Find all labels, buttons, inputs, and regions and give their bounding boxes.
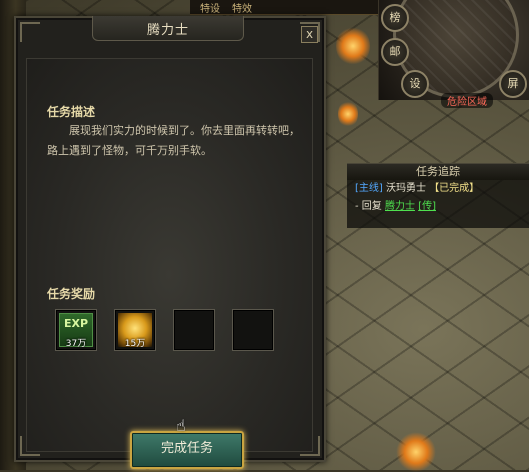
screen-label: 屏	[507, 77, 519, 90]
ranking-button[interactable]: 榜	[381, 4, 409, 32]
dialog-content: 任务描述 展现我们实力的时候到了。你去里面再转转吧， 路上遇到了怪物，可千万别手…	[26, 58, 313, 469]
exp-label: EXP	[63, 317, 89, 330]
tracker-title: 任务追踪	[347, 164, 529, 180]
frame-corner	[20, 22, 40, 42]
main-quest-name: 沃玛勇士	[386, 183, 426, 194]
ranking-label: 榜	[389, 11, 401, 24]
description-line: 路上遇到了怪物，可千万别手软。	[47, 144, 212, 157]
torch-fire	[336, 26, 370, 66]
reward-slot-empty	[173, 309, 215, 351]
settings-label: 设	[409, 77, 421, 90]
main-quest-tag: [主线]	[355, 183, 383, 194]
close-button[interactable]: x	[301, 26, 318, 43]
reward-count: 15万	[124, 339, 146, 349]
quest-description: 展现我们实力的时候到了。你去里面再转转吧， 路上遇到了怪物，可千万别手软。	[47, 121, 305, 161]
quest-status: 【已完成】	[429, 183, 480, 194]
settings-button[interactable]: 设	[401, 70, 429, 98]
reward-count: 37万	[65, 339, 87, 349]
reward-slot-empty	[232, 309, 274, 351]
quest-tracker: 任务追踪 [主线] 沃玛勇士 【已完成】 - 回复 腾力士 [传]	[347, 163, 529, 228]
npc-name-title: 腾力士	[146, 22, 189, 38]
complete-quest-button[interactable]: 完成任务	[130, 431, 244, 469]
mail-button[interactable]: 邮	[381, 38, 409, 66]
reply-prefix: - 回复	[355, 201, 382, 212]
torch-fire	[338, 100, 358, 128]
npc-link[interactable]: 腾力士	[385, 201, 415, 212]
reward-slot[interactable]: 15万	[114, 309, 156, 351]
hand-cursor-icon: ☝	[176, 416, 186, 435]
zone-status-label: 危险区域	[441, 93, 493, 108]
reward-slot[interactable]: EXP 37万	[55, 309, 97, 351]
close-icon: x	[305, 27, 314, 41]
tracker-main-quest[interactable]: [主线] 沃玛勇士 【已完成】	[347, 180, 529, 198]
quest-dialog: 腾力士 x 任务描述 展现我们实力的时候到了。你去里面再转转吧， 路上遇到了怪物…	[14, 16, 326, 469]
description-line: 展现我们实力的时候到了。你去里面再转转吧，	[69, 124, 300, 137]
top-banner-item[interactable]: 特效	[232, 0, 252, 15]
minimap-panel: 榜 邮 设 屏	[378, 0, 529, 100]
description-heading: 任务描述	[47, 105, 96, 119]
teleport-link[interactable]: [传]	[418, 201, 436, 212]
tracker-reply-line: - 回复 腾力士 [传]	[347, 198, 529, 216]
top-banner: 特设 特效	[190, 0, 400, 15]
dialog-title: 腾力士	[92, 16, 244, 41]
screen-button[interactable]: 屏	[499, 70, 527, 98]
top-banner-item[interactable]: 特设	[200, 0, 220, 15]
torch-fire	[396, 432, 436, 472]
reward-slots: EXP 37万 15万	[55, 309, 274, 351]
mail-label: 邮	[389, 45, 401, 58]
rewards-heading: 任务奖励	[47, 287, 96, 301]
